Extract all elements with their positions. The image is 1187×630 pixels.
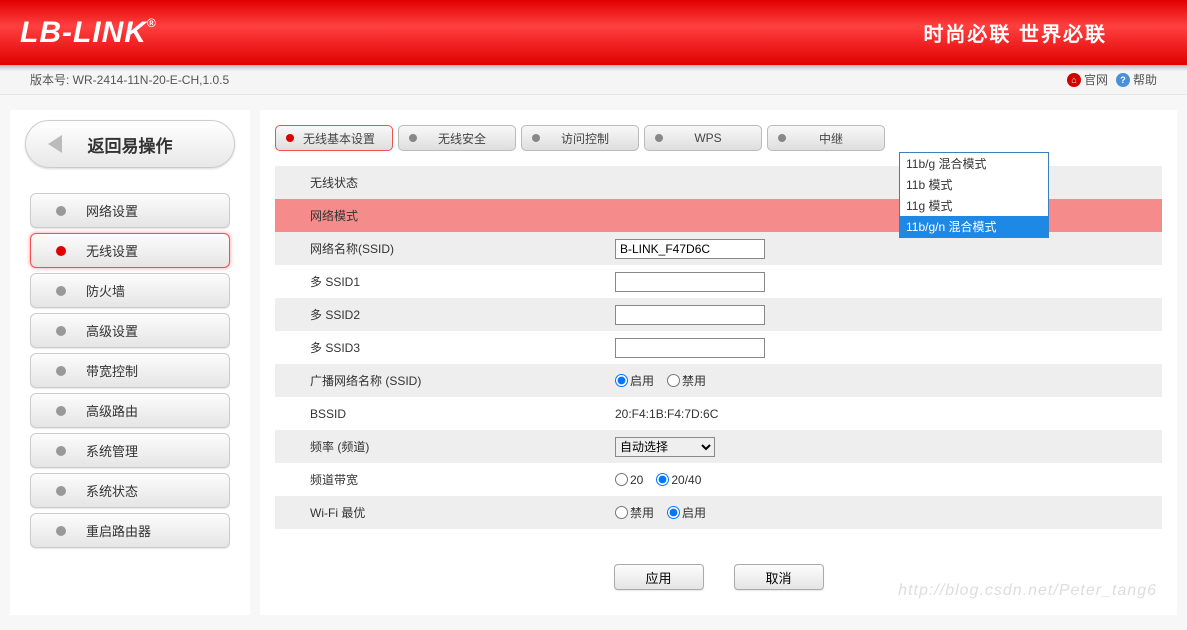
tab-security[interactable]: 无线安全 — [398, 125, 516, 151]
dot-icon — [56, 366, 66, 376]
sidebar-item-reboot[interactable]: 重启路由器 — [30, 513, 230, 548]
bssid-value: 20:F4:1B:F4:7D:6C — [615, 407, 1162, 421]
mssid1-input[interactable] — [615, 272, 765, 292]
mssid3-label: 多 SSID3 — [275, 339, 615, 356]
tab-wps[interactable]: WPS — [644, 125, 762, 151]
wifi-opt-enable-radio[interactable]: 启用 — [667, 504, 706, 521]
channel-label: 频率 (频道) — [275, 438, 615, 455]
dropdown-option[interactable]: 11g 模式 — [900, 195, 1048, 216]
wifi-opt-disable-radio[interactable]: 禁用 — [615, 504, 654, 521]
channel-select[interactable]: 自动选择 — [615, 437, 715, 457]
dot-icon — [56, 406, 66, 416]
cancel-button[interactable]: 取消 — [734, 564, 824, 590]
main-panel: 无线基本设置 无线安全 访问控制 WPS 中继 11b/g 混合模式 11b 模… — [260, 110, 1177, 615]
sidebar-item-system-mgmt[interactable]: 系统管理 — [30, 433, 230, 468]
dot-icon — [778, 134, 786, 142]
dot-icon — [56, 286, 66, 296]
home-icon: ⌂ — [1067, 73, 1081, 87]
dot-icon — [56, 526, 66, 536]
sidebar-item-firewall[interactable]: 防火墙 — [30, 273, 230, 308]
tab-repeater[interactable]: 中继 — [767, 125, 885, 151]
mssid1-label: 多 SSID1 — [275, 273, 615, 290]
version-label: 版本号: WR-2414-11N-20-E-CH,1.0.5 — [30, 71, 229, 88]
official-site-link[interactable]: ⌂ 官网 — [1067, 71, 1108, 88]
dot-icon — [56, 326, 66, 336]
dropdown-option[interactable]: 11b 模式 — [900, 174, 1048, 195]
help-icon: ? — [1116, 73, 1130, 87]
header: LB-LINK® 时尚必联 世界必联 — [0, 0, 1187, 65]
ssid-label: 网络名称(SSID) — [275, 240, 615, 257]
sidebar-item-routing[interactable]: 高级路由 — [30, 393, 230, 428]
dot-icon — [56, 246, 66, 256]
mssid3-input[interactable] — [615, 338, 765, 358]
bandwidth-2040-radio[interactable]: 20/40 — [656, 473, 701, 487]
dot-icon — [409, 134, 417, 142]
broadcast-disable-radio[interactable]: 禁用 — [667, 372, 706, 389]
watermark: http://blog.csdn.net/Peter_tang6 — [898, 582, 1157, 600]
dropdown-option[interactable]: 11b/g/n 混合模式 — [900, 216, 1048, 237]
wireless-status-label: 无线状态 — [275, 174, 615, 191]
tab-access[interactable]: 访问控制 — [521, 125, 639, 151]
broadcast-enable-radio[interactable]: 启用 — [615, 372, 654, 389]
brand-logo: LB-LINK® — [20, 16, 157, 50]
network-mode-label: 网络模式 — [275, 207, 615, 224]
bandwidth-label: 频道带宽 — [275, 471, 615, 488]
network-mode-dropdown[interactable]: 11b/g 混合模式 11b 模式 11g 模式 11b/g/n 混合模式 — [899, 152, 1049, 238]
bandwidth-20-radio[interactable]: 20 — [615, 473, 643, 487]
ssid-input[interactable] — [615, 239, 765, 259]
dot-icon — [56, 206, 66, 216]
wifi-opt-label: Wi-Fi 最优 — [275, 504, 615, 521]
sidebar-item-wireless[interactable]: 无线设置 — [30, 233, 230, 268]
dot-icon — [56, 486, 66, 496]
sidebar-item-bandwidth[interactable]: 带宽控制 — [30, 353, 230, 388]
mssid2-input[interactable] — [615, 305, 765, 325]
help-link[interactable]: ? 帮助 — [1116, 71, 1157, 88]
apply-button[interactable]: 应用 — [614, 564, 704, 590]
dropdown-option[interactable]: 11b/g 混合模式 — [900, 153, 1048, 174]
bssid-label: BSSID — [275, 407, 615, 421]
dot-icon — [655, 134, 663, 142]
dot-icon — [286, 134, 294, 142]
broadcast-label: 广播网络名称 (SSID) — [275, 372, 615, 389]
sidebar: 返回易操作 网络设置 无线设置 防火墙 高级设置 带宽控制 高级路由 系统管理 … — [10, 110, 250, 615]
sidebar-item-system-status[interactable]: 系统状态 — [30, 473, 230, 508]
back-button[interactable]: 返回易操作 — [25, 120, 235, 168]
header-slogan: 时尚必联 世界必联 — [923, 18, 1167, 47]
mssid2-label: 多 SSID2 — [275, 306, 615, 323]
back-arrow-icon — [48, 135, 62, 153]
tab-basic[interactable]: 无线基本设置 — [275, 125, 393, 151]
dot-icon — [56, 446, 66, 456]
dot-icon — [532, 134, 540, 142]
sidebar-item-advanced[interactable]: 高级设置 — [30, 313, 230, 348]
sidebar-item-network[interactable]: 网络设置 — [30, 193, 230, 228]
